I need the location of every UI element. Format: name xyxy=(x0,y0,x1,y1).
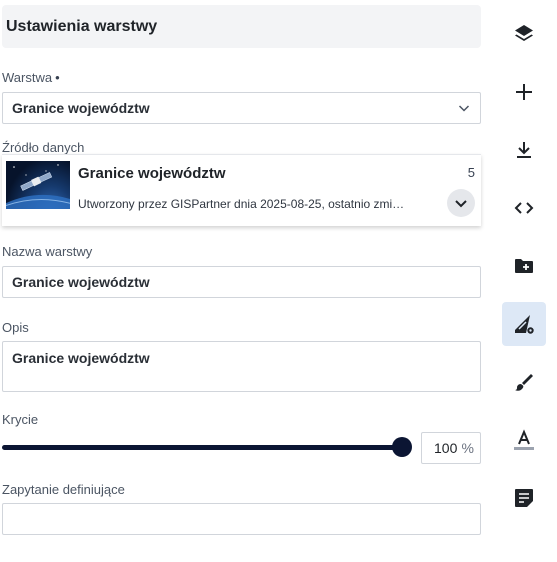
opacity-label: Krycie xyxy=(2,412,39,427)
plus-icon xyxy=(516,84,532,100)
opacity-input[interactable]: 100 % xyxy=(421,432,481,464)
data-source-description: Utworzony przez GISPartner dnia 2025-08-… xyxy=(78,197,405,211)
text-color-button[interactable] xyxy=(502,418,546,462)
brush-button[interactable] xyxy=(502,360,546,404)
panel-title: Ustawienia warstwy xyxy=(2,5,481,48)
download-button[interactable] xyxy=(502,128,546,172)
layer-select[interactable]: Granice województw xyxy=(2,92,481,124)
text-color-icon xyxy=(514,429,534,450)
note-button[interactable] xyxy=(502,476,546,520)
data-source-count: 5 xyxy=(467,165,475,180)
chevron-down-icon xyxy=(458,105,470,112)
layers-button[interactable] xyxy=(502,12,546,56)
opacity-slider-track[interactable] xyxy=(2,445,407,450)
data-source-card[interactable]: Granice województw 5 Utworzony przez GIS… xyxy=(2,154,481,226)
note-icon xyxy=(515,489,533,507)
opacity-slider-handle[interactable] xyxy=(392,437,412,457)
chevron-down-icon xyxy=(455,200,467,208)
opacity-unit: % xyxy=(461,440,474,456)
required-marker: • xyxy=(55,70,60,85)
layer-name-label: Nazwa warstwy xyxy=(2,244,93,259)
brush-icon xyxy=(515,374,533,391)
defining-query-input[interactable] xyxy=(2,503,481,535)
layer-name-value: Granice województw xyxy=(12,274,150,290)
defining-query-label: Zapytanie definiujące xyxy=(2,482,125,497)
layer-style-settings-button[interactable] xyxy=(502,302,546,346)
add-button[interactable] xyxy=(502,70,546,114)
opacity-value: 100 xyxy=(434,440,458,456)
satellite-image xyxy=(6,164,70,209)
tool-rail xyxy=(490,0,557,562)
code-icon xyxy=(514,202,534,214)
layer-label: Warstwa • xyxy=(2,70,60,85)
description-value: Granice województw xyxy=(12,350,150,366)
code-button[interactable] xyxy=(502,186,546,230)
data-source-label: Źródło danych xyxy=(2,140,85,155)
download-icon xyxy=(517,142,531,158)
description-label: Opis xyxy=(2,320,29,335)
expand-source-button[interactable] xyxy=(447,189,475,217)
data-source-title: Granice województw xyxy=(78,165,226,182)
description-textarea[interactable]: Granice województw xyxy=(2,341,481,392)
layer-label-text: Warstwa xyxy=(2,70,53,85)
layer-style-settings-icon xyxy=(515,315,534,334)
data-source-thumbnail xyxy=(6,161,70,209)
layer-select-value: Granice województw xyxy=(12,100,150,116)
layers-icon xyxy=(515,25,533,41)
layer-settings-panel: Ustawienia warstwy Warstwa • Granice woje… xyxy=(0,0,490,562)
layer-name-input[interactable]: Granice województw xyxy=(2,266,481,298)
add-folder-button[interactable] xyxy=(502,244,546,288)
folder-add-icon xyxy=(515,259,533,273)
